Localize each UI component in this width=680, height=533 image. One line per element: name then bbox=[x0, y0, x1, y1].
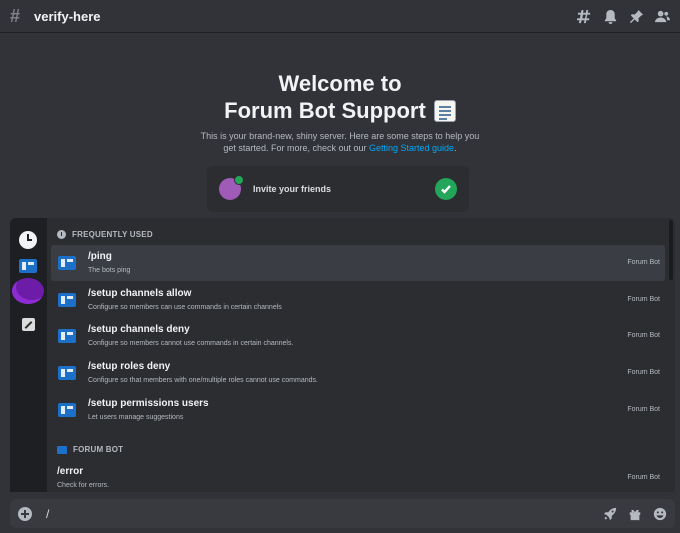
add-attachment-plus-icon[interactable] bbox=[18, 506, 32, 521]
command-description: Configure so members can use commands in… bbox=[88, 304, 282, 311]
command-source: Forum Bot bbox=[627, 259, 660, 266]
command-source: Forum Bot bbox=[627, 296, 660, 303]
header-toolbar bbox=[576, 8, 670, 24]
command-source: Forum Bot bbox=[627, 474, 660, 481]
getting-started-link[interactable]: Getting Started guide bbox=[369, 143, 454, 153]
discord-window: # verify-here Welcome to Forum Bot Suppo… bbox=[0, 0, 680, 533]
pin-icon[interactable] bbox=[628, 8, 644, 24]
command-description: Configure so that members with one/multi… bbox=[88, 377, 318, 384]
bell-icon[interactable] bbox=[602, 8, 618, 24]
message-composer bbox=[10, 499, 675, 528]
forum-bot-icon bbox=[58, 329, 76, 343]
command-row-ping[interactable]: /ping The bots ping Forum Bot bbox=[51, 245, 665, 281]
pencil-category-icon[interactable] bbox=[18, 314, 38, 334]
boost-rocket-icon[interactable] bbox=[602, 506, 617, 521]
welcome-section: Welcome to Forum Bot Support This is you… bbox=[0, 70, 680, 154]
command-row-setup-channels-deny[interactable]: /setup channels deny Configure so member… bbox=[51, 318, 665, 354]
command-row-error[interactable]: /error Check for errors. Forum Bot bbox=[51, 460, 665, 492]
command-description: The bots ping bbox=[88, 267, 131, 274]
invite-friends-card[interactable]: Invite your friends bbox=[207, 166, 469, 212]
composer-toolbar bbox=[602, 506, 667, 521]
command-row-setup-channels-allow[interactable]: /setup channels allow Configure so membe… bbox=[51, 282, 665, 318]
threads-icon[interactable] bbox=[576, 8, 592, 24]
command-name: /setup roles deny bbox=[88, 361, 171, 372]
section-header-forum-bot: FORUM BOT bbox=[57, 445, 123, 454]
channel-header: # verify-here bbox=[0, 0, 680, 33]
command-description: Check for errors. bbox=[57, 482, 110, 489]
command-category-rail bbox=[10, 218, 47, 492]
forum-bot-icon bbox=[58, 403, 76, 417]
command-name: /ping bbox=[88, 251, 112, 262]
command-description: Let users manage suggestions bbox=[88, 414, 184, 421]
command-row-setup-permissions-users[interactable]: /setup permissions users Let users manag… bbox=[51, 392, 665, 428]
command-autocomplete-popup: FREQUENTLY USED /ping The bots ping Foru… bbox=[10, 218, 675, 492]
command-name: /setup channels allow bbox=[88, 288, 192, 299]
command-name: /error bbox=[57, 466, 84, 477]
clock-icon bbox=[57, 230, 66, 239]
section-header-frequently-used: FREQUENTLY USED bbox=[57, 230, 153, 239]
welcome-title-line2: Forum Bot Support bbox=[224, 98, 426, 123]
command-name: /setup channels deny bbox=[88, 324, 190, 335]
channel-name: verify-here bbox=[34, 8, 101, 24]
command-source: Forum Bot bbox=[627, 369, 660, 376]
welcome-title: Welcome to Forum Bot Support bbox=[0, 70, 680, 124]
emoji-smiley-icon[interactable] bbox=[652, 506, 667, 521]
members-icon[interactable] bbox=[654, 8, 670, 24]
check-icon bbox=[435, 178, 457, 200]
command-row-setup-roles-deny[interactable]: /setup roles deny Configure so that memb… bbox=[51, 355, 665, 391]
forum-bot-category-icon[interactable] bbox=[18, 256, 38, 276]
recent-category-clock-icon[interactable] bbox=[18, 230, 38, 250]
channel-hash-icon: # bbox=[10, 5, 21, 26]
welcome-description: This is your brand-new, shiny server. He… bbox=[200, 131, 480, 153]
command-source: Forum Bot bbox=[627, 332, 660, 339]
forum-bot-icon bbox=[58, 366, 76, 380]
newspaper-icon bbox=[433, 99, 456, 122]
invite-friends-label: Invite your friends bbox=[253, 184, 332, 194]
gift-icon[interactable] bbox=[627, 506, 642, 521]
popup-scrollbar-thumb[interactable] bbox=[669, 220, 673, 280]
forum-bot-icon bbox=[58, 256, 76, 270]
app-category-planet-icon[interactable] bbox=[12, 278, 44, 304]
welcome-title-line1: Welcome to bbox=[278, 71, 402, 96]
forum-bot-icon bbox=[57, 445, 67, 454]
message-input[interactable] bbox=[46, 506, 566, 521]
invite-friends-icon bbox=[219, 175, 244, 200]
command-description: Configure so members cannot use commands… bbox=[88, 340, 294, 347]
command-source: Forum Bot bbox=[627, 406, 660, 413]
forum-bot-icon bbox=[58, 293, 76, 307]
command-name: /setup permissions users bbox=[88, 398, 209, 409]
